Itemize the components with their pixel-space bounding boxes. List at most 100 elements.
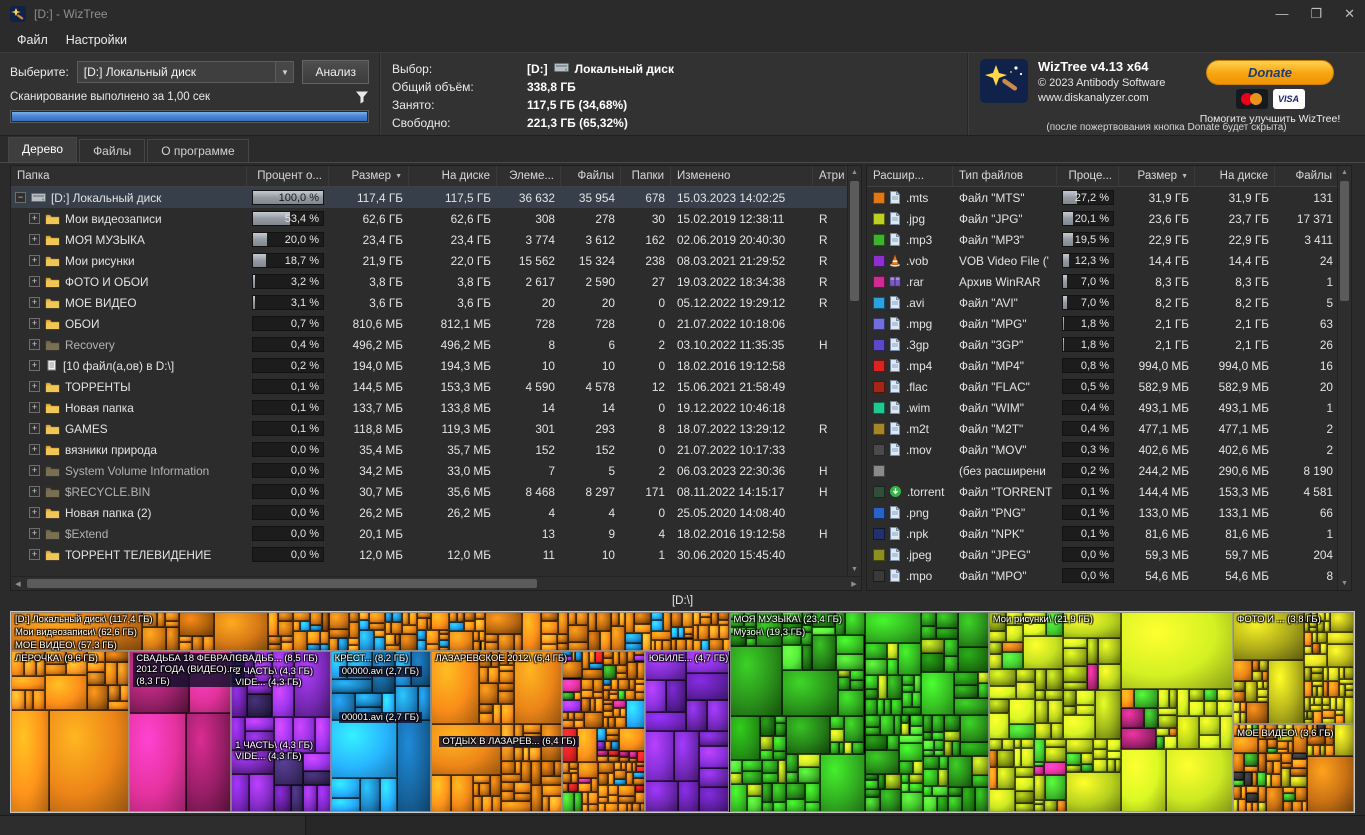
treemap-block[interactable]: [1339, 684, 1345, 698]
treemap-block[interactable]: [921, 672, 955, 715]
treemap-block[interactable]: [698, 625, 709, 640]
treemap-block[interactable]: [400, 634, 418, 651]
treemap-block[interactable]: [801, 624, 813, 633]
treemap-block[interactable]: [542, 784, 562, 797]
treemap-block[interactable]: [1324, 724, 1335, 745]
treemap-block[interactable]: [685, 672, 730, 700]
treemap-block[interactable]: [179, 612, 215, 637]
treemap-block[interactable]: [1317, 632, 1328, 644]
treemap-block[interactable]: [1258, 801, 1266, 812]
treemap-block[interactable]: [820, 754, 865, 812]
treemap-block[interactable]: [1307, 710, 1313, 720]
treemap-block[interactable]: [800, 632, 813, 645]
treemap-block[interactable]: [314, 716, 331, 753]
treemap-block[interactable]: [1327, 643, 1354, 668]
treemap-block[interactable]: [625, 642, 642, 651]
treemap-block[interactable]: [590, 777, 598, 792]
treemap-block[interactable]: [729, 784, 748, 812]
treemap-block[interactable]: [309, 612, 322, 625]
treemap-block[interactable]: [1317, 620, 1324, 633]
treemap-block[interactable]: [303, 784, 317, 812]
treemap-block[interactable]: [1244, 680, 1257, 703]
treemap-block[interactable]: [581, 678, 594, 691]
treemap-block[interactable]: [802, 644, 813, 670]
treemap-block[interactable]: [1259, 659, 1268, 671]
expand-toggle[interactable]: +: [29, 318, 40, 329]
treemap-block[interactable]: [602, 716, 609, 728]
treemap-block[interactable]: [117, 662, 130, 685]
tree-row[interactable]: + $RECYCLE.BIN 0,0 % 30,7 МБ 35,6 МБ 8 468 8 2…: [11, 481, 847, 502]
expand-toggle[interactable]: −: [15, 192, 26, 203]
treemap-block[interactable]: [1107, 758, 1116, 773]
treemap-block[interactable]: [1263, 680, 1268, 690]
treemap-block[interactable]: [1233, 779, 1244, 787]
treemap-block[interactable]: [619, 750, 629, 758]
scrollbar-thumb[interactable]: [850, 181, 859, 301]
treemap-block[interactable]: [1065, 753, 1082, 765]
treemap-block[interactable]: [1015, 681, 1036, 699]
treemap-block[interactable]: [988, 750, 998, 767]
treemap-block[interactable]: [1304, 632, 1313, 646]
treemap-block[interactable]: [247, 681, 272, 694]
treemap-block[interactable]: [1304, 680, 1312, 698]
extension-row[interactable]: .jpeg Файл "JPEG" 0,0 % 59,3 МБ 59,7 МБ 204: [867, 544, 1337, 565]
extension-row[interactable]: .jpg Файл "JPG" 20,1 % 23,6 ГБ 23,7 ГБ 17 371: [867, 208, 1337, 229]
treemap-block[interactable]: [561, 699, 582, 712]
treemap-block[interactable]: [426, 643, 439, 651]
tree-row[interactable]: + вязники природа 0,0 % 35,4 МБ 35,7 МБ 152 15…: [11, 439, 847, 460]
treemap-block[interactable]: [108, 684, 120, 701]
treemap-block[interactable]: [634, 655, 645, 662]
treemap-block[interactable]: [1258, 786, 1266, 802]
treemap-block[interactable]: [759, 750, 773, 760]
treemap-block[interactable]: [1220, 715, 1234, 750]
filter-funnel-icon[interactable]: [355, 90, 369, 104]
treemap-block[interactable]: [1022, 622, 1047, 637]
treemap-block[interactable]: [119, 684, 130, 701]
treemap-block[interactable]: [576, 612, 588, 625]
treemap-block[interactable]: [1065, 764, 1082, 773]
treemap-block[interactable]: [729, 772, 743, 785]
treemap-block[interactable]: [618, 651, 628, 665]
treemap-block[interactable]: [619, 727, 645, 751]
treemap-block[interactable]: [371, 651, 395, 693]
treemap-block[interactable]: [988, 789, 1015, 812]
treemap-block[interactable]: [268, 612, 279, 637]
treemap-block[interactable]: [632, 771, 645, 778]
treemap-block[interactable]: [685, 699, 707, 732]
treemap-block[interactable]: [644, 780, 679, 812]
treemap-block[interactable]: [1266, 739, 1278, 748]
treemap-block[interactable]: [597, 797, 609, 804]
treemap-block[interactable]: [899, 735, 923, 744]
treemap-block[interactable]: [1270, 774, 1281, 787]
treemap-block[interactable]: [1233, 786, 1241, 800]
treemap-block[interactable]: [498, 691, 514, 704]
treemap-block[interactable]: [608, 693, 618, 700]
treemap-block[interactable]: [431, 612, 449, 631]
treemap-block[interactable]: [948, 796, 963, 812]
treemap-block[interactable]: [1335, 697, 1344, 710]
treemap-block[interactable]: [729, 715, 760, 760]
treemap-block[interactable]: [864, 780, 878, 789]
treemap-block[interactable]: [746, 638, 756, 646]
treemap-block[interactable]: [786, 798, 805, 812]
extension-row[interactable]: .vob VOB Video File (' 12,3 % 14,4 ГБ 14,4 Г…: [867, 250, 1337, 271]
treemap-block[interactable]: [677, 627, 685, 639]
treemap-block[interactable]: [321, 612, 329, 631]
treemap-block[interactable]: [644, 679, 667, 712]
treemap-block[interactable]: [1322, 681, 1329, 697]
treemap-block[interactable]: [1245, 724, 1252, 736]
treemap-block[interactable]: [900, 791, 923, 812]
treemap-block[interactable]: [1308, 621, 1318, 627]
treemap-block[interactable]: [561, 783, 569, 792]
treemap-block[interactable]: [617, 678, 629, 690]
treemap-block[interactable]: [472, 640, 481, 651]
treemap-block[interactable]: [498, 651, 509, 665]
treemap-block[interactable]: [954, 697, 989, 715]
treemap-block[interactable]: [1257, 772, 1266, 787]
treemap-block[interactable]: [613, 762, 622, 771]
treemap-block[interactable]: [899, 743, 923, 761]
treemap-block[interactable]: [717, 612, 730, 620]
treemap-block[interactable]: [597, 741, 605, 751]
treemap-block[interactable]: [501, 724, 514, 761]
treemap-block[interactable]: [291, 784, 304, 812]
